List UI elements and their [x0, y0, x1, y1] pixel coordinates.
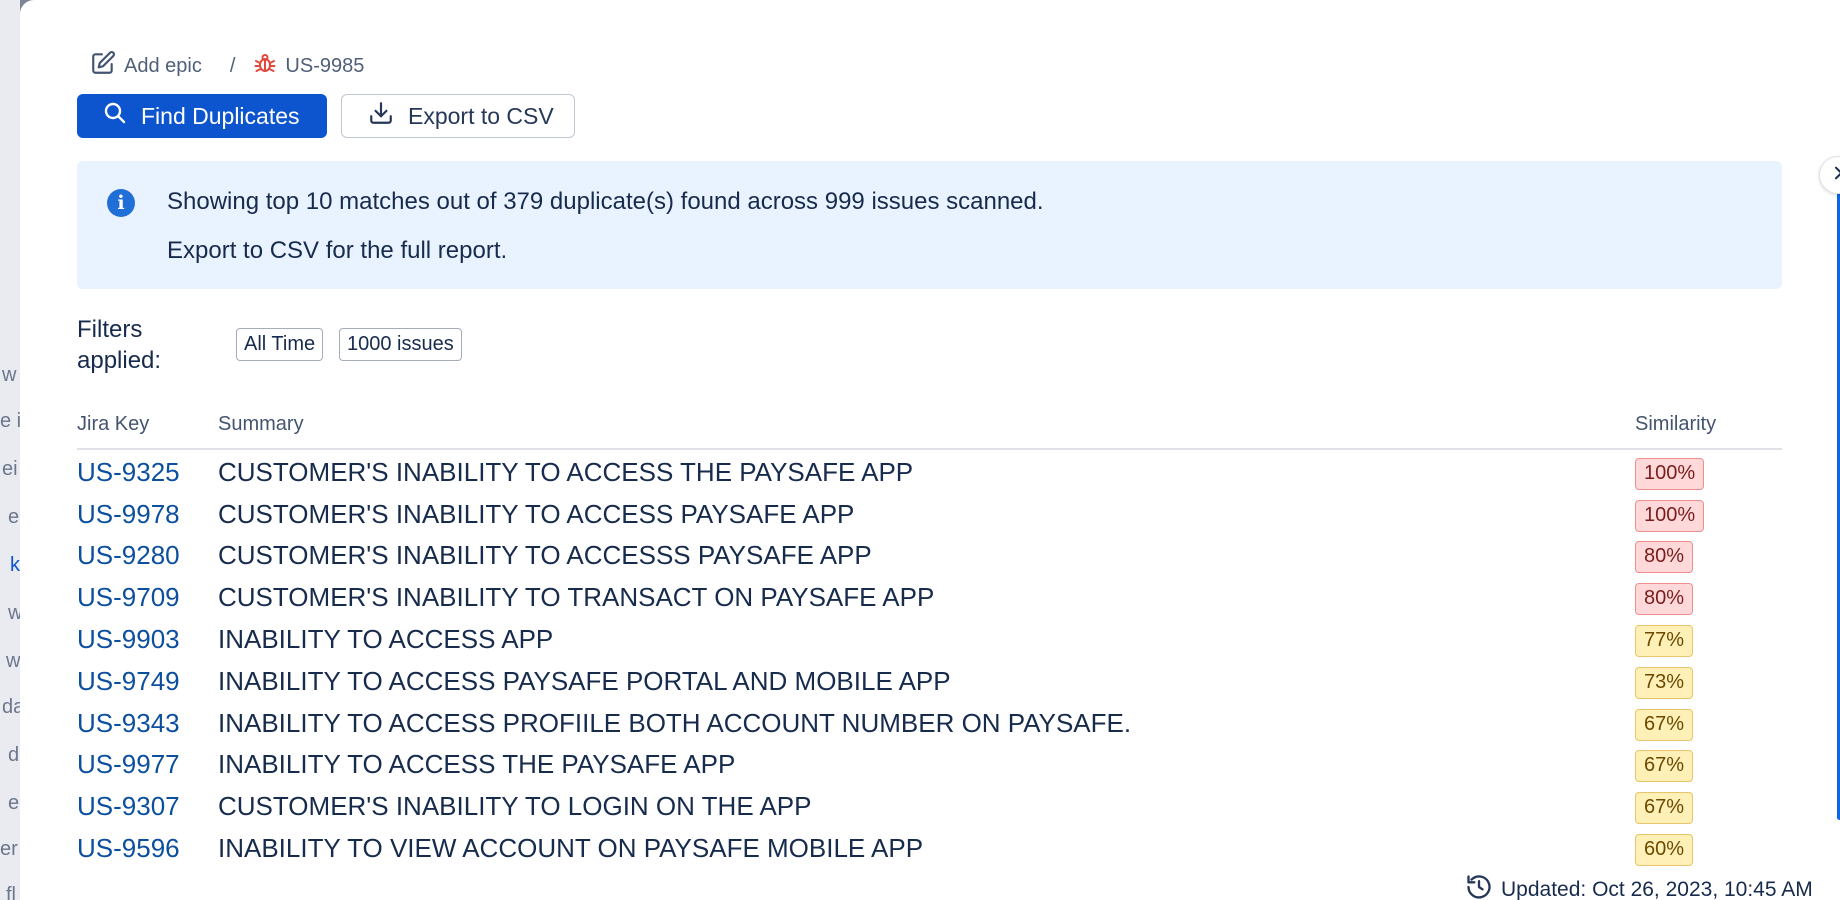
similarity-badge: 80% [1635, 541, 1694, 573]
last-updated: Updated: Oct 26, 2023, 10:45 AM [1465, 873, 1813, 900]
expand-panel-button[interactable] [1819, 156, 1840, 194]
summary-text: INABILITY TO VIEW ACCOUNT ON PAYSAFE MOB… [218, 833, 924, 863]
issue-key-label: US-9985 [285, 54, 365, 77]
table-row: US-9903 INABILITY TO ACCESS APP 77% [77, 618, 1782, 660]
background-text: w [6, 650, 20, 672]
info-message: Showing top 10 matches out of 379 duplic… [167, 188, 1044, 215]
background-text: e [8, 506, 20, 528]
jira-key-link[interactable]: US-9307 [77, 791, 180, 822]
table-row: US-9280 CUSTOMER'S INABILITY TO ACCESSS … [77, 534, 1782, 576]
bug-icon [253, 51, 277, 81]
summary-text: CUSTOMER'S INABILITY TO ACCESSS PAYSAFE … [218, 540, 872, 570]
table-header-divider [77, 448, 1782, 450]
table-row: US-9307 CUSTOMER'S INABILITY TO LOGIN ON… [77, 785, 1782, 827]
similarity-badge: 77% [1635, 625, 1694, 657]
background-text: e [8, 792, 20, 814]
info-export-hint: Export to CSV for the full report. [167, 237, 508, 264]
summary-text: INABILITY TO ACCESS APP [218, 624, 554, 654]
info-icon: i [107, 189, 135, 217]
jira-key-link[interactable]: US-9596 [77, 833, 180, 864]
find-duplicates-button[interactable]: Find Duplicates [77, 94, 327, 138]
similarity-badge: 67% [1635, 750, 1694, 782]
similarity-badge: 73% [1635, 667, 1694, 699]
background-text: k [10, 554, 20, 576]
filter-chip-time[interactable]: All Time [236, 328, 324, 361]
background-text: d [8, 744, 20, 766]
history-icon [1465, 873, 1493, 900]
background-text: ei [2, 458, 18, 480]
info-banner: i Showing top 10 matches out of 379 dupl… [77, 161, 1782, 289]
background-text: w [8, 602, 20, 624]
summary-text: CUSTOMER'S INABILITY TO ACCESS PAYSAFE A… [218, 499, 855, 529]
summary-text: INABILITY TO ACCESS THE PAYSAFE APP [218, 749, 736, 779]
breadcrumb-separator: / [229, 54, 236, 77]
background-text: er [0, 838, 18, 860]
background-text: fl [6, 884, 16, 900]
jira-key-link[interactable]: US-9977 [77, 749, 180, 780]
table-row: US-9343 INABILITY TO ACCESS PROFIILE BOT… [77, 702, 1782, 744]
summary-text: CUSTOMER'S INABILITY TO TRANSACT ON PAYS… [218, 582, 935, 612]
jira-key-link[interactable]: US-9749 [77, 666, 180, 697]
issue-key-link[interactable]: US-9985 [253, 51, 364, 81]
jira-key-link[interactable]: US-9343 [77, 708, 180, 739]
jira-key-link[interactable]: US-9978 [77, 499, 180, 530]
table-row: US-9709 CUSTOMER'S INABILITY TO TRANSACT… [77, 576, 1782, 618]
summary-text: INABILITY TO ACCESS PAYSAFE PORTAL AND M… [218, 666, 951, 696]
summary-text: INABILITY TO ACCESS PROFIILE BOTH ACCOUN… [218, 708, 1132, 738]
similarity-badge: 60% [1635, 834, 1694, 866]
export-csv-label: Export to CSV [408, 102, 554, 129]
jira-key-link[interactable]: US-9709 [77, 582, 180, 613]
jira-key-link[interactable]: US-9325 [77, 457, 180, 488]
summary-text: CUSTOMER'S INABILITY TO ACCESS THE PAYSA… [218, 457, 914, 487]
filter-chip-issues[interactable]: 1000 issues [339, 328, 462, 361]
jira-key-link[interactable]: US-9903 [77, 624, 180, 655]
column-header-key[interactable]: Jira Key [77, 413, 149, 436]
table-row: US-9978 CUSTOMER'S INABILITY TO ACCESS P… [77, 493, 1782, 535]
export-csv-button[interactable]: Export to CSV [341, 94, 575, 138]
last-updated-text: Updated: Oct 26, 2023, 10:45 AM [1501, 878, 1813, 900]
similarity-badge: 67% [1635, 792, 1694, 824]
toolbar: Find Duplicates Export to CSV [77, 94, 575, 138]
search-icon [103, 101, 127, 131]
edit-icon [90, 50, 116, 82]
table-row: US-9749 INABILITY TO ACCESS PAYSAFE PORT… [77, 660, 1782, 702]
table-row: US-9977 INABILITY TO ACCESS THE PAYSAFE … [77, 743, 1782, 785]
background-text: w [2, 364, 17, 386]
similarity-badge: 80% [1635, 583, 1694, 615]
summary-text: CUSTOMER'S INABILITY TO LOGIN ON THE APP [218, 791, 812, 821]
similarity-badge: 100% [1635, 458, 1705, 490]
background-text: da [2, 696, 20, 718]
column-header-similarity[interactable]: Similarity [1635, 413, 1716, 436]
background-text: e ii [0, 410, 20, 432]
background-page: w e ii ei e k w w da d e er fl [0, 0, 20, 900]
duplicates-modal: Add epic / US-9985 Find Duplicates Expor… [20, 0, 1840, 900]
add-epic-label: Add epic [124, 54, 202, 77]
find-duplicates-label: Find Duplicates [141, 102, 300, 129]
filters-label: Filters applied: [77, 316, 162, 374]
table-row: US-9325 CUSTOMER'S INABILITY TO ACCESS T… [77, 451, 1782, 493]
jira-key-link[interactable]: US-9280 [77, 540, 180, 571]
download-icon [368, 100, 394, 132]
similarity-badge: 67% [1635, 709, 1694, 741]
table-row: US-9596 INABILITY TO VIEW ACCOUNT ON PAY… [77, 827, 1782, 869]
chevron-right-icon [1830, 165, 1840, 186]
breadcrumb: Add epic / US-9985 [90, 50, 364, 82]
column-header-summary[interactable]: Summary [218, 413, 304, 436]
add-epic-link[interactable]: Add epic [90, 50, 202, 82]
similarity-badge: 100% [1635, 500, 1705, 532]
